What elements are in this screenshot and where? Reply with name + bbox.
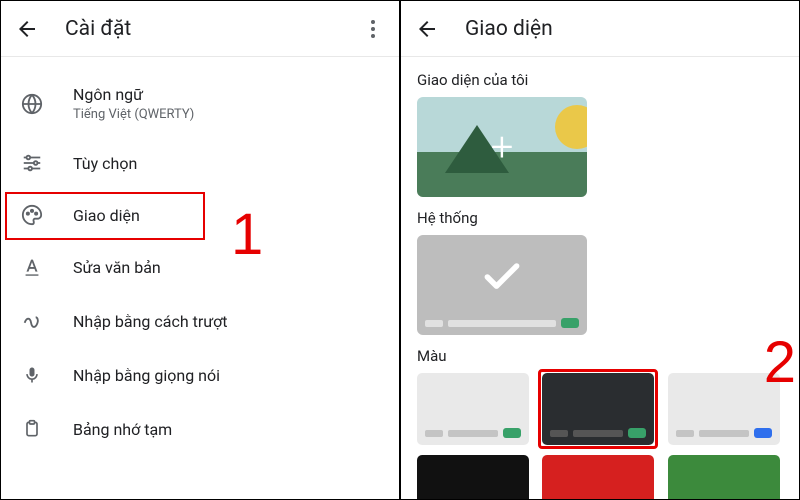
color-swatch-red[interactable] bbox=[542, 455, 654, 499]
item-label: Ngôn ngữ bbox=[73, 85, 194, 104]
item-sublabel: Tiếng Việt (QWERTY) bbox=[73, 107, 194, 122]
settings-item-voice[interactable]: Nhập bằng giọng nói bbox=[1, 348, 399, 402]
settings-header: Cài đặt bbox=[1, 1, 399, 57]
mic-icon bbox=[19, 362, 45, 388]
more-icon[interactable] bbox=[361, 17, 385, 41]
color-swatch-dark[interactable] bbox=[542, 373, 654, 445]
item-label: Sửa văn bản bbox=[73, 258, 161, 277]
section-mine-label: Giao diện của tôi bbox=[417, 71, 783, 89]
clipboard-icon bbox=[19, 416, 45, 442]
settings-item-clipboard[interactable]: Bảng nhớ tạm bbox=[1, 402, 399, 456]
theme-panel: Giao diện Giao diện của tôi + Hệ thống M… bbox=[401, 1, 799, 499]
settings-title: Cài đặt bbox=[65, 17, 361, 41]
item-label: Giao diện bbox=[73, 206, 140, 225]
settings-item-textcorrection[interactable]: Sửa văn bản bbox=[1, 240, 399, 294]
color-swatch-black[interactable] bbox=[417, 455, 529, 499]
settings-item-language[interactable]: Ngôn ngữ Tiếng Việt (QWERTY) bbox=[1, 71, 399, 136]
settings-panel: Cài đặt Ngôn ngữ Tiếng Việt (QWERTY) bbox=[1, 1, 401, 499]
theme-title: Giao diện bbox=[465, 17, 785, 41]
item-label: Tùy chọn bbox=[73, 154, 137, 173]
check-icon bbox=[480, 255, 524, 299]
palette-icon bbox=[19, 202, 45, 228]
gesture-icon bbox=[19, 308, 45, 334]
plus-icon: + bbox=[491, 124, 514, 171]
theme-system-tile[interactable] bbox=[417, 235, 587, 335]
settings-item-preferences[interactable]: Tùy chọn bbox=[1, 136, 399, 190]
color-grid bbox=[417, 373, 783, 499]
back-icon[interactable] bbox=[415, 17, 439, 41]
text-underline-icon bbox=[19, 254, 45, 280]
item-label: Bảng nhớ tạm bbox=[73, 420, 172, 439]
settings-item-theme[interactable]: Giao diện bbox=[1, 190, 399, 240]
color-swatch-green[interactable] bbox=[668, 455, 780, 499]
color-swatch-light-blue[interactable] bbox=[668, 373, 780, 445]
sliders-icon bbox=[19, 150, 45, 176]
color-swatch-light[interactable] bbox=[417, 373, 529, 445]
globe-icon bbox=[19, 91, 45, 117]
item-label: Nhập bằng giọng nói bbox=[73, 366, 220, 385]
back-icon[interactable] bbox=[15, 17, 39, 41]
section-system-label: Hệ thống bbox=[417, 209, 783, 227]
item-label: Nhập bằng cách trượt bbox=[73, 312, 228, 331]
theme-create-tile[interactable]: + bbox=[417, 97, 587, 197]
settings-list: Ngôn ngữ Tiếng Việt (QWERTY) Tùy chọn bbox=[1, 57, 399, 456]
theme-header: Giao diện bbox=[401, 1, 799, 57]
settings-item-glide[interactable]: Nhập bằng cách trượt bbox=[1, 294, 399, 348]
section-color-label: Màu bbox=[417, 347, 783, 365]
